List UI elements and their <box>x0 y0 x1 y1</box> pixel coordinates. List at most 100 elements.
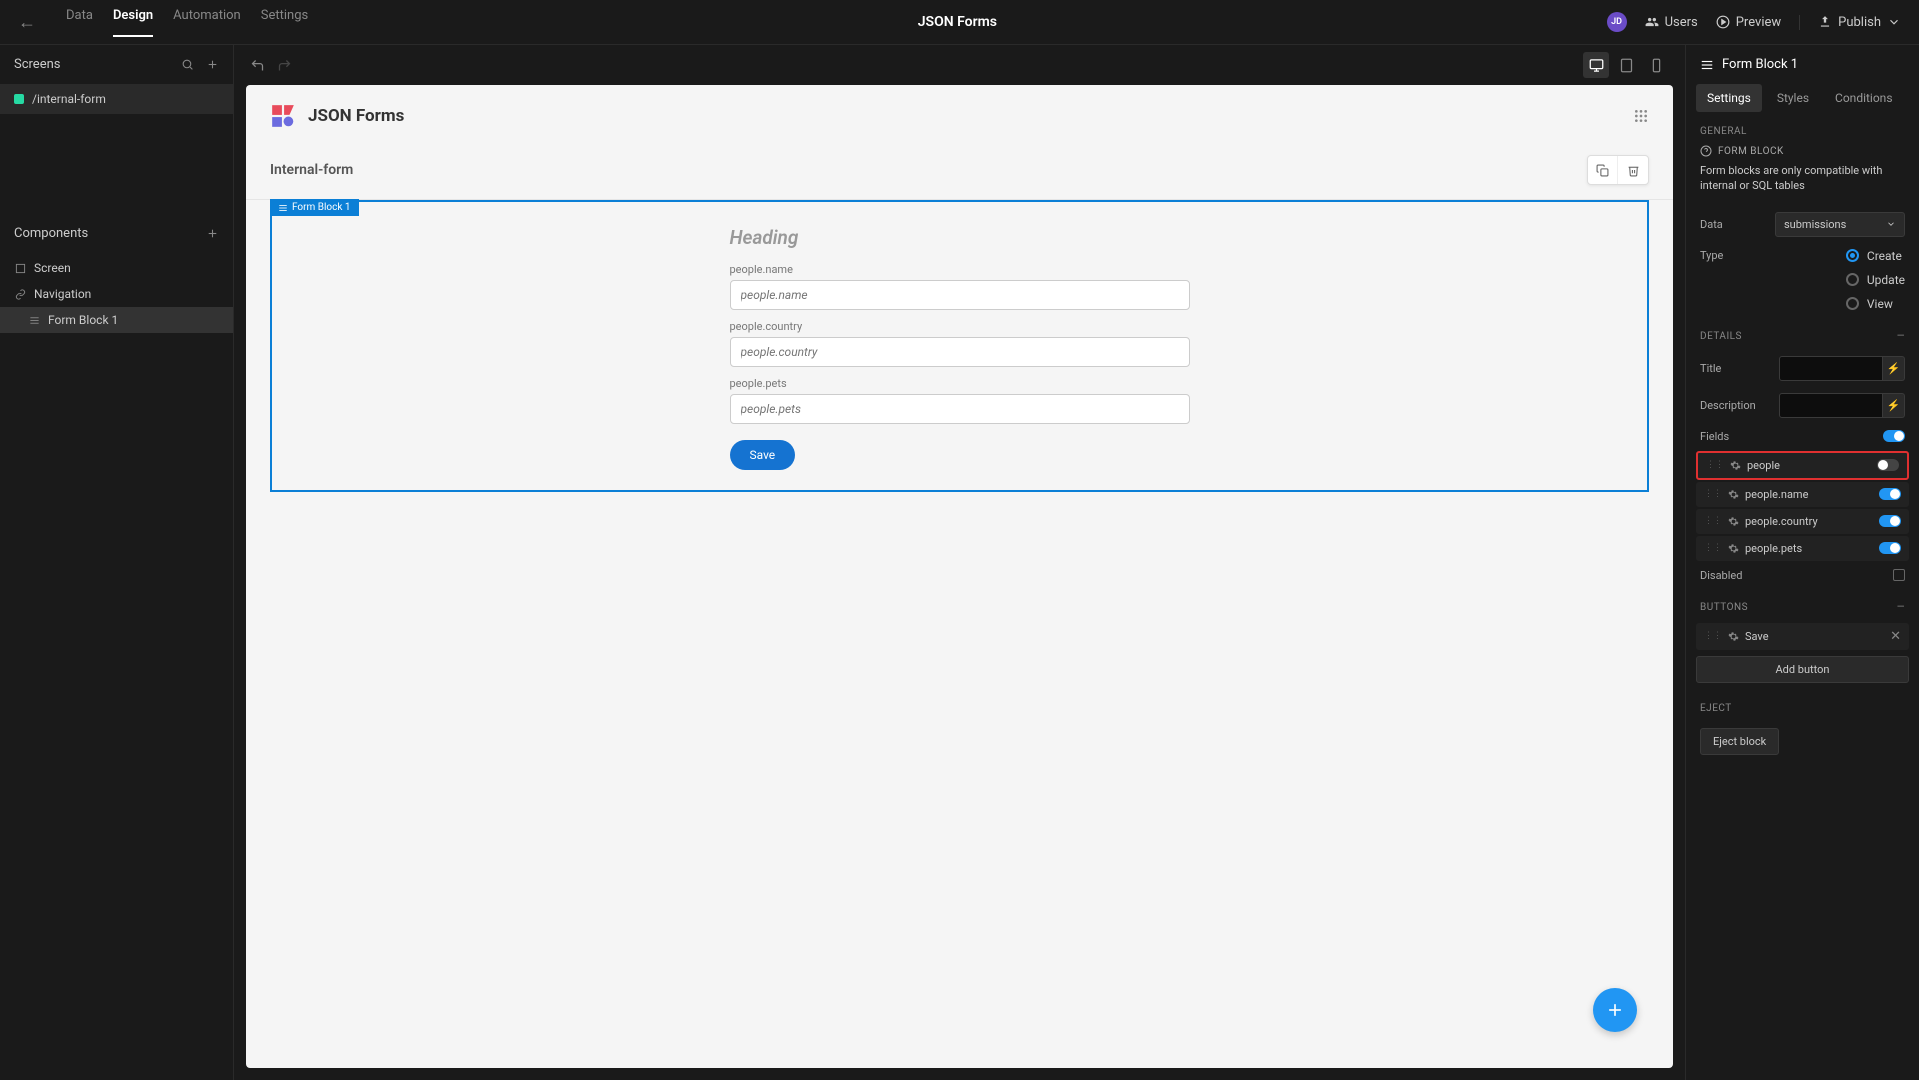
mobile-device-button[interactable] <box>1643 52 1669 78</box>
title-label: Title <box>1700 362 1721 375</box>
form-block[interactable]: Heading people.name people.country peopl… <box>270 200 1649 492</box>
tab-conditions-panel[interactable]: Conditions <box>1824 84 1903 112</box>
radio-label: Create <box>1867 249 1902 263</box>
button-item-save[interactable]: ⋮⋮ Save ✕ <box>1696 623 1909 650</box>
tab-settings[interactable]: Settings <box>261 8 308 37</box>
drag-handle-icon[interactable]: ⋮⋮ <box>1704 489 1722 499</box>
binding-button[interactable]: ⚡ <box>1883 393 1905 418</box>
add-button[interactable]: Add button <box>1696 656 1909 683</box>
desktop-icon <box>1589 58 1604 73</box>
app-header: JSON Forms <box>246 85 1673 147</box>
back-arrow-icon[interactable]: ← <box>18 12 36 33</box>
field-input-name[interactable] <box>730 280 1190 310</box>
title-input[interactable] <box>1779 356 1883 381</box>
drag-handle-icon[interactable]: ⋮⋮ <box>1706 460 1724 470</box>
field-item-people-pets[interactable]: ⋮⋮ people.pets <box>1696 536 1909 561</box>
tab-design[interactable]: Design <box>113 8 153 37</box>
page-actions <box>1587 155 1649 185</box>
left-panel: Screens /internal-form Components Screen <box>0 45 234 1080</box>
component-navigation[interactable]: Navigation <box>0 281 233 307</box>
field-input-country[interactable] <box>730 337 1190 367</box>
screen-item-internal-form[interactable]: /internal-form <box>0 84 233 114</box>
avatar[interactable]: JD <box>1607 12 1627 32</box>
topbar: ← Data Design Automation Settings JSON F… <box>0 0 1919 45</box>
disabled-label: Disabled <box>1700 569 1742 582</box>
component-screen[interactable]: Screen <box>0 255 233 281</box>
desktop-device-button[interactable] <box>1583 52 1609 78</box>
collapse-icon[interactable]: — <box>1897 602 1905 613</box>
redo-icon[interactable] <box>277 58 292 73</box>
tab-styles-panel[interactable]: Styles <box>1766 84 1820 112</box>
info-title: FORM BLOCK <box>1718 146 1784 157</box>
fields-master-toggle[interactable] <box>1883 430 1905 442</box>
duplicate-button[interactable] <box>1588 156 1618 184</box>
gear-icon[interactable] <box>1728 543 1739 554</box>
drag-handle-icon[interactable]: ⋮⋮ <box>1704 516 1722 526</box>
binding-button[interactable]: ⚡ <box>1883 356 1905 381</box>
gear-icon[interactable] <box>1728 489 1739 500</box>
delete-button[interactable] <box>1618 156 1648 184</box>
drag-handle-icon[interactable]: ⋮⋮ <box>1704 631 1722 641</box>
block-selection-tag[interactable]: Form Block 1 <box>270 199 359 216</box>
gear-icon[interactable] <box>1728 631 1739 642</box>
add-component-icon[interactable] <box>206 227 219 240</box>
section-general: GENERAL <box>1686 112 1919 145</box>
users-icon <box>1645 15 1659 29</box>
field-item-people-country[interactable]: ⋮⋮ people.country <box>1696 509 1909 534</box>
center-canvas-area: JSON Forms Internal-form <box>234 45 1685 1080</box>
right-panel-title: Form Block 1 <box>1722 57 1798 72</box>
trash-icon <box>1627 164 1640 177</box>
field-toggle[interactable] <box>1879 488 1901 500</box>
save-button[interactable]: Save <box>730 440 796 470</box>
publish-button[interactable]: Publish <box>1799 15 1901 30</box>
data-select[interactable]: submissions <box>1775 212 1905 237</box>
preview-button[interactable]: Preview <box>1716 15 1781 30</box>
collapse-icon[interactable]: — <box>1897 331 1905 342</box>
field-item-people-name[interactable]: ⋮⋮ people.name <box>1696 482 1909 507</box>
component-form-block-1[interactable]: Form Block 1 <box>0 307 233 333</box>
fab-add-button[interactable] <box>1593 988 1637 1032</box>
field-label-name: people.name <box>730 263 1190 276</box>
radio-view[interactable]: View <box>1846 297 1905 311</box>
eject-block-button[interactable]: Eject block <box>1700 728 1779 755</box>
disabled-checkbox[interactable] <box>1893 569 1905 581</box>
tab-automation[interactable]: Automation <box>173 8 241 37</box>
form-icon <box>278 203 288 213</box>
users-button[interactable]: Users <box>1645 15 1698 30</box>
radio-label: Update <box>1867 273 1905 287</box>
grid-menu-icon[interactable] <box>1633 108 1649 124</box>
screen-status-dot <box>14 94 24 104</box>
tab-settings-panel[interactable]: Settings <box>1696 84 1762 112</box>
field-toggle[interactable] <box>1879 542 1901 554</box>
add-screen-icon[interactable] <box>206 58 219 71</box>
chevron-down-icon <box>1887 15 1901 29</box>
radio-label: View <box>1867 297 1893 311</box>
link-icon <box>14 288 26 300</box>
components-label: Components <box>14 226 88 241</box>
button-name: Save <box>1745 630 1769 643</box>
drag-handle-icon[interactable]: ⋮⋮ <box>1704 543 1722 553</box>
canvas[interactable]: JSON Forms Internal-form <box>246 85 1673 1068</box>
info-icon <box>1700 145 1712 157</box>
field-name: people.country <box>1745 515 1818 528</box>
mobile-icon <box>1649 58 1664 73</box>
page-title: Internal-form <box>270 162 353 178</box>
field-input-pets[interactable] <box>730 394 1190 424</box>
gear-icon[interactable] <box>1728 516 1739 527</box>
radio-create[interactable]: Create <box>1846 249 1905 263</box>
description-input[interactable] <box>1779 393 1883 418</box>
radio-update[interactable]: Update <box>1846 273 1905 287</box>
tab-data[interactable]: Data <box>66 8 93 37</box>
search-icon[interactable] <box>181 58 194 71</box>
gear-icon[interactable] <box>1730 460 1741 471</box>
description-label: Description <box>1700 399 1756 412</box>
publish-label: Publish <box>1838 15 1881 30</box>
app-logo-icon <box>270 103 296 129</box>
field-toggle[interactable] <box>1877 459 1899 471</box>
remove-button-icon[interactable]: ✕ <box>1890 629 1901 644</box>
tablet-device-button[interactable] <box>1613 52 1639 78</box>
undo-icon[interactable] <box>250 58 265 73</box>
square-icon <box>14 262 26 274</box>
field-toggle[interactable] <box>1879 515 1901 527</box>
field-item-people[interactable]: ⋮⋮ people <box>1696 451 1909 480</box>
